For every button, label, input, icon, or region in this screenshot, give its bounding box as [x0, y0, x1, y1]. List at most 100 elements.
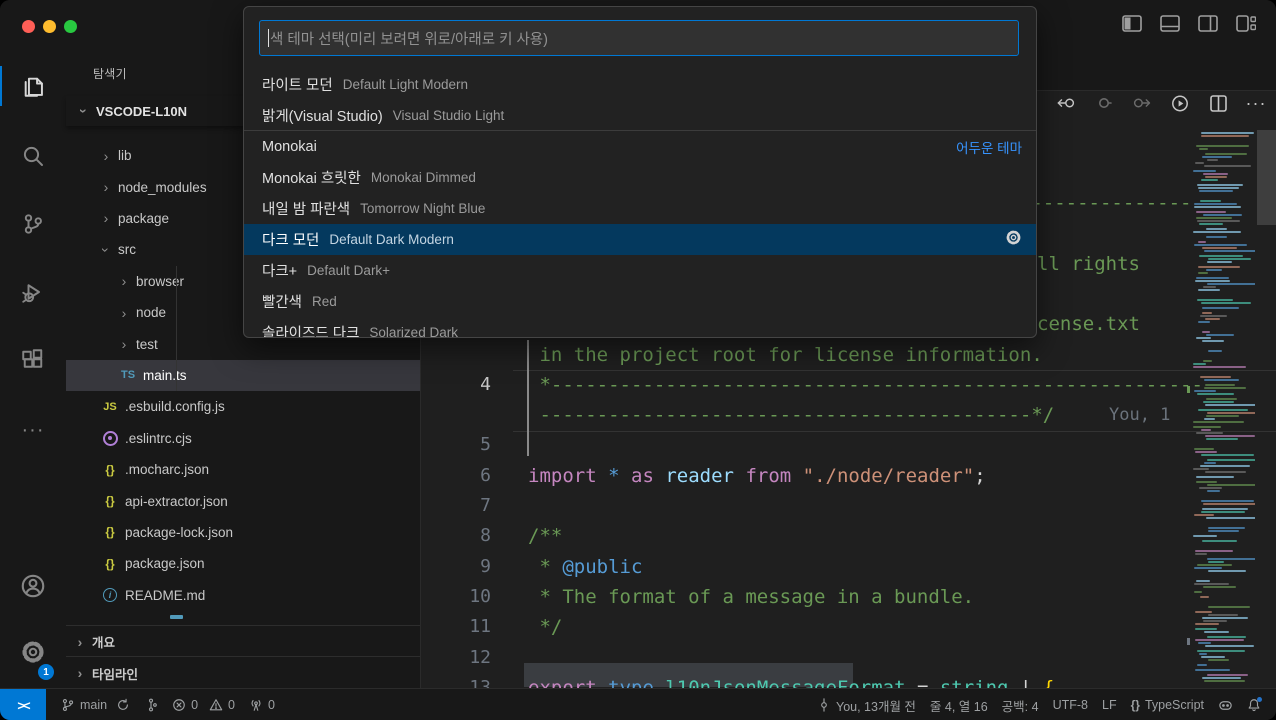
status-label: 0 [228, 698, 235, 712]
tree-item-readme.md[interactable]: iREADME.md [66, 580, 454, 611]
section-outline[interactable]: › 개요 [66, 625, 420, 657]
tree-item-package.json[interactable]: {}package.json [66, 548, 454, 579]
editor-scrollbar[interactable] [1257, 130, 1276, 225]
line-number: 6 [441, 461, 491, 491]
chevron-right-icon: › [74, 634, 86, 650]
tree-item-.esbuild.config.js[interactable]: JS.esbuild.config.js [66, 391, 454, 422]
tree-item-api-extractor.json[interactable]: {}api-extractor.json [66, 485, 454, 516]
theme-label: 다크 모던 [262, 229, 319, 250]
quick-pick-input[interactable]: 색 테마 선택(미리 보려면 위로/아래로 키 사용) [259, 20, 1019, 56]
quick-pick-placeholder: 색 테마 선택(미리 보려면 위로/아래로 키 사용) [270, 28, 548, 49]
group-label-dark-themes: 어두운 테마 [956, 137, 1022, 157]
code-line: ll rights [1037, 249, 1140, 279]
status-typescript[interactable]: {}TypeScript [1124, 689, 1211, 720]
file-label: main.ts [143, 368, 187, 383]
chevron-right-icon: › [118, 273, 130, 289]
chevron-right-icon: › [100, 148, 112, 164]
theme-description: Red [312, 294, 337, 309]
theme-option-monokai[interactable]: Monokai어두운 테마 [244, 131, 1036, 162]
status-0[interactable]: 00 [165, 689, 242, 720]
code-line: import * as reader from "./node/reader"; [528, 461, 986, 491]
status-label: 0 [268, 698, 275, 712]
indent-guide [176, 266, 177, 392]
git-branch-icon [61, 698, 75, 712]
status-you--13----[interactable]: You, 13개월 전 [810, 689, 923, 720]
activity-more-icon[interactable]: ··· [0, 404, 66, 456]
theme-description: Monokai Dimmed [371, 170, 476, 185]
tree-item-package-lock.json[interactable]: {}package-lock.json [66, 517, 454, 548]
bell-icon [1247, 698, 1261, 712]
theme-option-default-dark+[interactable]: 다크+Default Dark+ [244, 255, 1036, 286]
theme-option-red[interactable]: 빨간색Red [244, 286, 1036, 317]
minimize-window-button[interactable] [43, 20, 56, 33]
outline-label: 개요 [92, 632, 115, 651]
status-utf-8[interactable]: UTF-8 [1046, 689, 1095, 720]
activity-extensions-icon[interactable] [0, 334, 66, 386]
theme-option-default-dark-modern[interactable]: 다크 모던Default Dark Modern [244, 224, 1036, 255]
chevron-right-icon: › [74, 665, 86, 681]
file-label: .eslintrc.cjs [125, 431, 192, 446]
line-number: 12 [441, 643, 491, 673]
status-label: UTF-8 [1053, 698, 1088, 712]
navigate-next-icon[interactable] [1133, 94, 1151, 112]
toggle-primary-sidebar-icon[interactable] [1122, 15, 1146, 37]
toggle-secondary-sidebar-icon[interactable] [1198, 15, 1222, 37]
overview-ruler-mark [1187, 386, 1190, 393]
theme-label: 다크+ [262, 260, 297, 281]
activity-explorer-icon[interactable] [0, 60, 66, 112]
activity-settings-icon[interactable]: 1 [0, 626, 66, 678]
settings-badge: 1 [38, 664, 54, 680]
run-or-debug-icon[interactable] [1171, 94, 1189, 112]
status---4----16[interactable]: 줄 4, 열 16 [923, 689, 995, 720]
theme-description: Default Light Modern [343, 77, 468, 92]
file-label: package.json [125, 556, 205, 571]
status-0[interactable]: 0 [242, 689, 282, 720]
go-back-icon[interactable] [1057, 94, 1075, 112]
status-bar: >< main000 You, 13개월 전줄 4, 열 16공백: 4UTF-… [0, 688, 1276, 720]
more-actions-icon[interactable]: ··· [1247, 94, 1265, 112]
warning-icon [209, 698, 223, 712]
file-label: test [136, 337, 158, 352]
line-number: 4 [441, 370, 491, 400]
toggle-panel-icon[interactable] [1160, 15, 1184, 37]
theme-description: Solarized Dark [369, 325, 458, 338]
theme-option-solarized-dark[interactable]: 솔라이즈드 다크Solarized Dark [244, 317, 1036, 338]
tree-item-main.ts[interactable]: TSmain.ts [66, 360, 472, 391]
chevron-right-icon: › [100, 179, 112, 195]
theme-option-default-light-modern[interactable]: 라이트 모던Default Light Modern [244, 69, 1036, 100]
status-copilot[interactable] [1211, 689, 1240, 720]
status-----4[interactable]: 공백: 4 [995, 689, 1046, 720]
status-main[interactable]: main [54, 689, 137, 720]
theme-option-tomorrow-night-blue[interactable]: 내일 밤 파란색Tomorrow Night Blue [244, 193, 1036, 224]
zoom-window-button[interactable] [64, 20, 77, 33]
split-editor-icon[interactable] [1209, 94, 1227, 112]
status-scm-graph[interactable] [137, 689, 165, 720]
status-bell[interactable] [1240, 689, 1268, 720]
file-label: .mocharc.json [125, 462, 209, 477]
gear-icon[interactable] [1005, 229, 1022, 251]
scm-graph-icon [144, 698, 158, 712]
section-timeline[interactable]: › 타임라인 [66, 656, 420, 689]
customize-layout-icon[interactable] [1236, 15, 1260, 37]
tree-item-.eslintrc.cjs[interactable]: .eslintrc.cjs [66, 423, 454, 454]
status-label: main [80, 698, 107, 712]
git-blame-annotation: You, 1 [1109, 400, 1170, 430]
file-label: lib [118, 148, 132, 163]
timeline-label: 타임라인 [92, 664, 138, 683]
minimap[interactable] [1191, 130, 1255, 688]
activity-run-and-debug-icon[interactable] [0, 266, 66, 318]
line-number: 10 [441, 582, 491, 612]
line-number: 11 [441, 612, 491, 642]
file-label: README.md [125, 588, 205, 603]
close-window-button[interactable] [22, 20, 35, 33]
remote-indicator[interactable]: >< [0, 689, 46, 720]
file-label: package [118, 211, 169, 226]
activity-search-icon[interactable] [0, 130, 66, 182]
tree-item-.mocharc.json[interactable]: {}.mocharc.json [66, 454, 454, 485]
activity-source-control-icon[interactable] [0, 198, 66, 250]
theme-option-monokai-dimmed[interactable]: Monokai 흐릿한Monokai Dimmed [244, 162, 1036, 193]
activity-account-icon[interactable] [0, 560, 66, 612]
go-forward-icon[interactable] [1095, 94, 1113, 112]
theme-option-visual-studio-light[interactable]: 밝게(Visual Studio)Visual Studio Light [244, 100, 1036, 131]
status-lf[interactable]: LF [1095, 689, 1124, 720]
